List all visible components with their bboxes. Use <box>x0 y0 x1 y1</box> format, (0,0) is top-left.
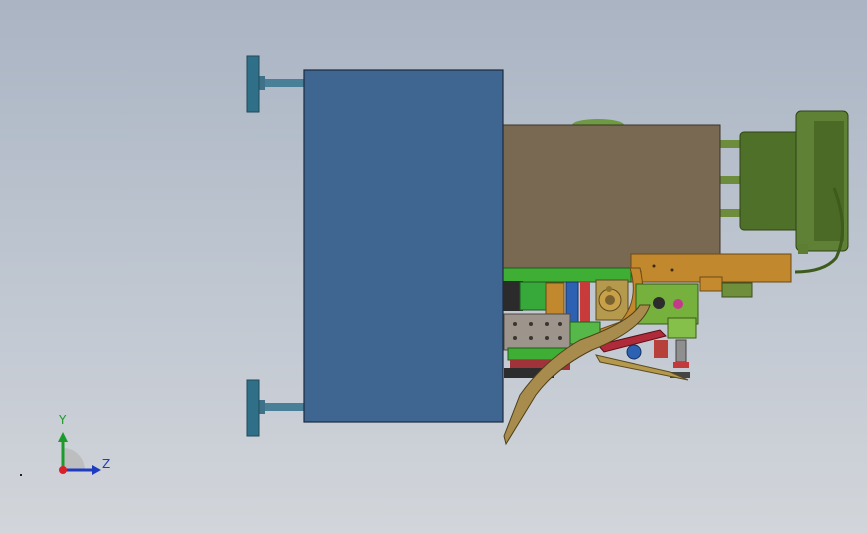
coordinate-triad <box>58 432 101 475</box>
model-view[interactable] <box>0 0 867 533</box>
z-axis-label: Z <box>102 457 111 471</box>
origin-point <box>59 466 67 474</box>
cad-viewport[interactable]: Y Z <box>0 0 867 533</box>
handwheel-bottom[interactable] <box>246 379 306 437</box>
origin-marker <box>20 474 22 476</box>
mechanism-cluster[interactable] <box>502 267 699 381</box>
gearbox-housing[interactable] <box>502 124 721 272</box>
y-axis-label: Y <box>59 413 67 427</box>
mounting-plate[interactable] <box>303 69 504 423</box>
handwheel-top[interactable] <box>246 55 306 113</box>
